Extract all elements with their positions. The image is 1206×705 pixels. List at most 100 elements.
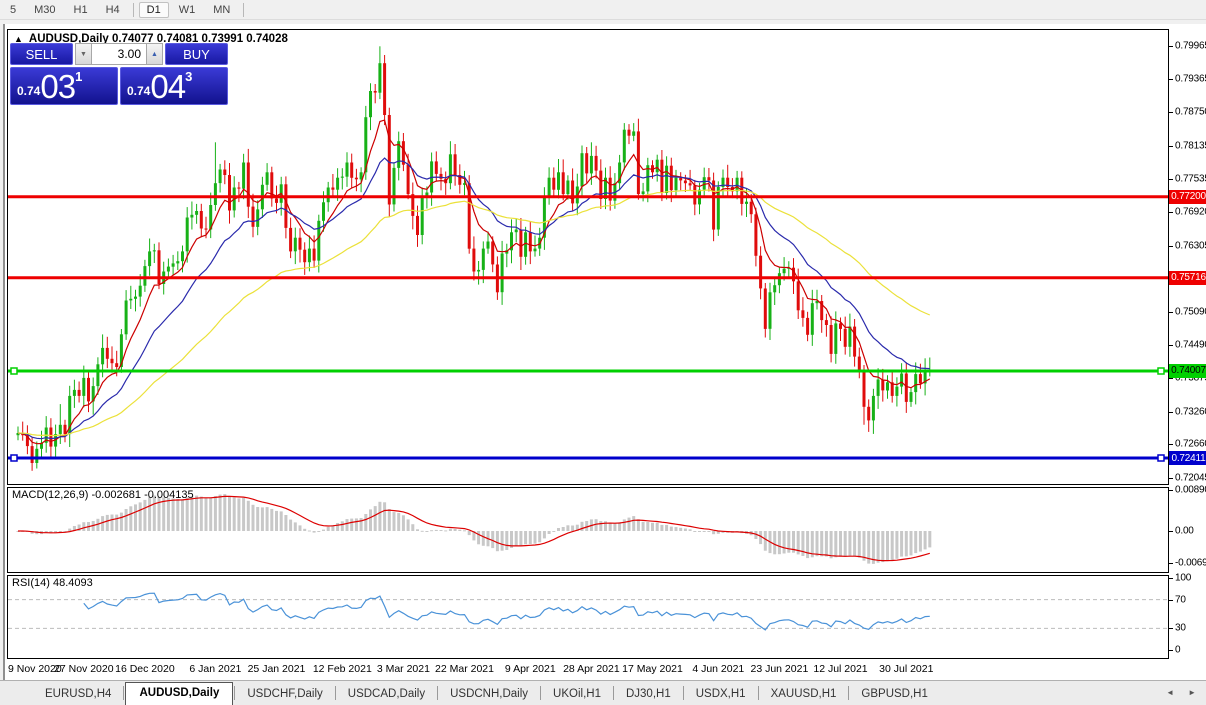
timeframe-button-h4[interactable]: H4 (98, 2, 128, 18)
chart-tab-dj30[interactable]: DJ30,H1 (615, 684, 682, 705)
axis-tick (1169, 599, 1173, 601)
tab-separator (682, 686, 684, 700)
date-axis-label: 6 Jan 2021 (189, 663, 242, 675)
axis-tick (1169, 344, 1173, 346)
chart-tab-xauusd[interactable]: XAUUSD,H1 (760, 684, 848, 705)
toolbar-separator (132, 2, 134, 17)
timeframe-button-m30[interactable]: M30 (26, 2, 63, 18)
timeframe-toolbar: 5 M30 H1 H4 D1 W1 MN (0, 0, 1206, 20)
axis-tick (1169, 78, 1173, 80)
axis-tick (1169, 531, 1173, 532)
price-tag-0.77200: 0.77200 (1169, 189, 1206, 204)
price-axis-label: -0.00697 (1175, 557, 1206, 569)
volume-input[interactable]: 3.00 (92, 43, 146, 65)
date-axis-label: 3 Mar 2021 (376, 663, 430, 675)
axis-tick (1169, 478, 1173, 479)
price-axis-label: 0.79365 (1175, 73, 1206, 85)
price-axis-label: 0.78135 (1175, 140, 1206, 152)
axis-tick (1169, 178, 1173, 180)
price-tag-0.75716: 0.75716 (1169, 270, 1206, 285)
line-handle[interactable] (10, 367, 18, 375)
price-axis-label: 0.73260 (1175, 406, 1206, 418)
date-axis-label: 27 Nov 2020 (54, 663, 114, 675)
price-axis-label: 0.008903 (1175, 484, 1206, 496)
macd-label: MACD(12,26,9) -0.002681 -0.004135 (12, 489, 194, 501)
sell-button[interactable]: SELL (10, 43, 73, 65)
timeframe-buttons: 5 M30 H1 H4 D1 W1 MN (1, 1, 248, 18)
price-axis-label: 0.00 (1175, 525, 1194, 537)
price-axis[interactable]: 0.79965 0.79365 0.78750 0.78135 0.77535 0.769… (1169, 24, 1206, 680)
volume-decrease-icon[interactable]: ▼ (75, 43, 92, 65)
tab-scroll-buttons: ◄ ► (1166, 688, 1196, 697)
price-axis-label: 0.76305 (1175, 240, 1206, 252)
chart-tab-usdcad[interactable]: USDCAD,Daily (337, 684, 436, 705)
tab-separator (437, 686, 439, 700)
axis-tick (1169, 112, 1173, 114)
timeframe-button-d1[interactable]: D1 (138, 1, 169, 18)
tab-scroll-left-icon[interactable]: ◄ (1166, 688, 1174, 697)
chart-tab-usdchf[interactable]: USDCHF,Daily (236, 684, 333, 705)
volume-control: ▼ 3.00 ▲ (75, 43, 163, 65)
date-axis-label: 23 Jun 2021 (750, 663, 809, 675)
price-axis-label: 0.78750 (1175, 106, 1206, 118)
axis-tick (1169, 563, 1173, 565)
price-axis-label: 0.76920 (1175, 206, 1206, 218)
rsi-canvas[interactable] (8, 576, 1168, 658)
price-axis-label: 100 (1175, 572, 1192, 584)
tab-separator (612, 686, 614, 700)
tab-scroll-right-icon[interactable]: ► (1188, 688, 1196, 697)
price-axis-label: 0.77535 (1175, 173, 1206, 185)
date-axis-label: 9 Apr 2021 (504, 663, 556, 675)
axis-tick (1169, 245, 1173, 247)
chart-tab-usdcnh[interactable]: USDCNH,Daily (439, 684, 539, 705)
price-axis-label: 0 (1175, 644, 1181, 656)
moving-average-55 (17, 189, 931, 437)
timeframe-button-mn[interactable]: MN (205, 2, 238, 18)
tab-separator (234, 686, 236, 700)
price-axis-label: 0.74490 (1175, 339, 1206, 351)
price-tag-0.72411: 0.72411 (1169, 451, 1206, 466)
line-handle[interactable] (1157, 367, 1165, 375)
price-axis-label: 70 (1175, 594, 1186, 606)
price-axis-label: 0.72660 (1175, 438, 1206, 450)
timeframe-button-h1[interactable]: H1 (66, 2, 96, 18)
line-handle[interactable] (10, 454, 18, 462)
sell-price-display[interactable]: 0.74 03 1 (10, 67, 118, 105)
tab-separator (848, 686, 850, 700)
rsi-indicator-pane[interactable]: RSI(14) 48.4093 (7, 575, 1169, 659)
axis-tick (1169, 578, 1173, 579)
timeframe-button-5[interactable]: 5 (2, 2, 24, 18)
chart-tab-ukoil[interactable]: UKOil,H1 (542, 684, 612, 705)
date-axis-label: 30 Jul 2021 (879, 663, 934, 675)
tab-separator (334, 686, 336, 700)
tab-separator (757, 686, 759, 700)
chart-tab-gbpusd[interactable]: GBPUSD,H1 (850, 684, 938, 705)
sell-price-pip: 1 (75, 69, 83, 84)
rsi-label: RSI(14) 48.4093 (12, 577, 93, 589)
chart-tab-audusd[interactable]: AUDUSD,Daily (125, 682, 234, 705)
buy-price-display[interactable]: 0.74 04 3 (120, 67, 228, 105)
chart-window: ▲ AUDUSD,Daily 0.74077 0.74081 0.73991 0… (3, 24, 1206, 680)
axis-tick (1169, 628, 1173, 630)
one-click-trading-panel: SELL ▼ 3.00 ▲ BUY 0.74 03 1 0.74 04 3 (10, 43, 230, 107)
axis-tick (1169, 411, 1173, 413)
chart-tab-usdx[interactable]: USDX,H1 (685, 684, 757, 705)
date-axis-label: 16 Dec 2020 (115, 663, 175, 675)
price-tag-0.74007: 0.74007 (1169, 363, 1206, 378)
buy-price-pip: 3 (185, 69, 193, 84)
toolbar-separator (243, 2, 245, 17)
volume-increase-icon[interactable]: ▲ (146, 43, 163, 65)
moving-average-20 (17, 157, 930, 440)
buy-button[interactable]: BUY (165, 43, 228, 65)
axis-tick (1169, 311, 1173, 313)
chart-tab-eurusd[interactable]: EURUSD,H4 (34, 684, 122, 705)
macd-indicator-pane[interactable]: MACD(12,26,9) -0.002681 -0.004135 (7, 487, 1169, 573)
sell-price-prefix: 0.74 (17, 84, 41, 98)
timeframe-button-w1[interactable]: W1 (171, 2, 204, 18)
time-axis[interactable]: 9 Nov 2020 27 Nov 2020 16 Dec 2020 6 Jan 20… (5, 659, 1169, 680)
axis-tick (1169, 145, 1173, 147)
line-handle[interactable] (1157, 454, 1165, 462)
price-axis-label: 0.75090 (1175, 306, 1206, 318)
price-axis-label: 0.72045 (1175, 472, 1206, 484)
date-axis-label: 12 Feb 2021 (312, 663, 372, 675)
